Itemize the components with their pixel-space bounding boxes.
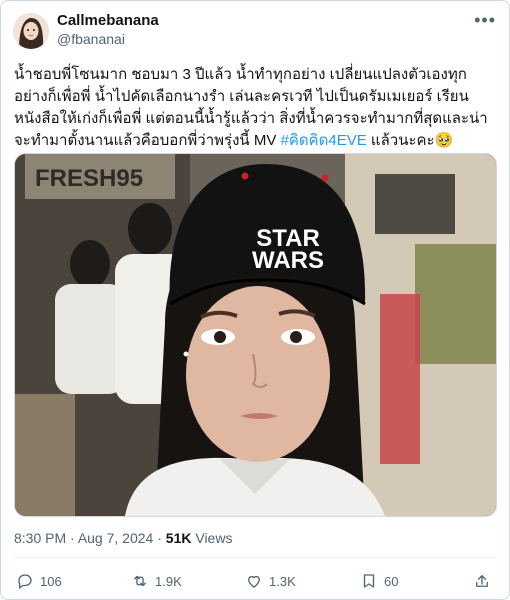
share-button[interactable] [473, 572, 491, 590]
bookmark-count: 60 [384, 573, 399, 589]
reply-icon [18, 574, 32, 590]
views-label: Views [195, 530, 233, 546]
bookmark-icon [363, 574, 375, 588]
tweet-date[interactable]: Aug 7, 2024 [78, 530, 154, 546]
store-sign-text: FRESH95 [35, 165, 143, 192]
like-button[interactable]: 1.3K [245, 572, 296, 590]
divider [14, 557, 496, 558]
repost-button[interactable]: 1.9K [131, 572, 182, 590]
hashtag-link[interactable]: #คิดคิด4EVE [281, 132, 367, 149]
pleading-face-emoji: 🥹 [434, 132, 454, 149]
tweet-photo[interactable]: FRESH95 STAR WARS [14, 153, 497, 517]
cap-logo-line2: WARS [252, 247, 324, 274]
reply-button[interactable]: 106 [16, 572, 62, 590]
photo-scene: FRESH95 STAR WARS [15, 154, 496, 516]
share-icon [476, 575, 488, 587]
tweet-tail-text: แล้วนะคะ [366, 132, 435, 149]
user-handle[interactable]: @fbananai [57, 31, 125, 47]
repost-count: 1.9K [155, 573, 182, 589]
reply-count: 106 [40, 573, 62, 589]
heart-icon [248, 575, 260, 588]
timestamp-row: 8:30 PM · Aug 7, 2024 · 51K Views [14, 530, 233, 546]
bookmark-button[interactable]: 60 [360, 572, 398, 590]
repost-icon [134, 575, 146, 587]
tweet-text: น้ำชอบพี่โซนมาก ชอบมา 3 ปีแล้ว น้ำทำทุกอ… [14, 64, 500, 152]
avatar-image [13, 13, 49, 49]
tweet-time[interactable]: 8:30 PM [14, 530, 66, 546]
views-count: 51K [165, 530, 192, 546]
avatar[interactable] [13, 13, 49, 49]
display-name[interactable]: Callmebanana [57, 12, 159, 29]
like-count: 1.3K [269, 573, 296, 589]
more-options-icon[interactable]: ••• [474, 10, 496, 31]
